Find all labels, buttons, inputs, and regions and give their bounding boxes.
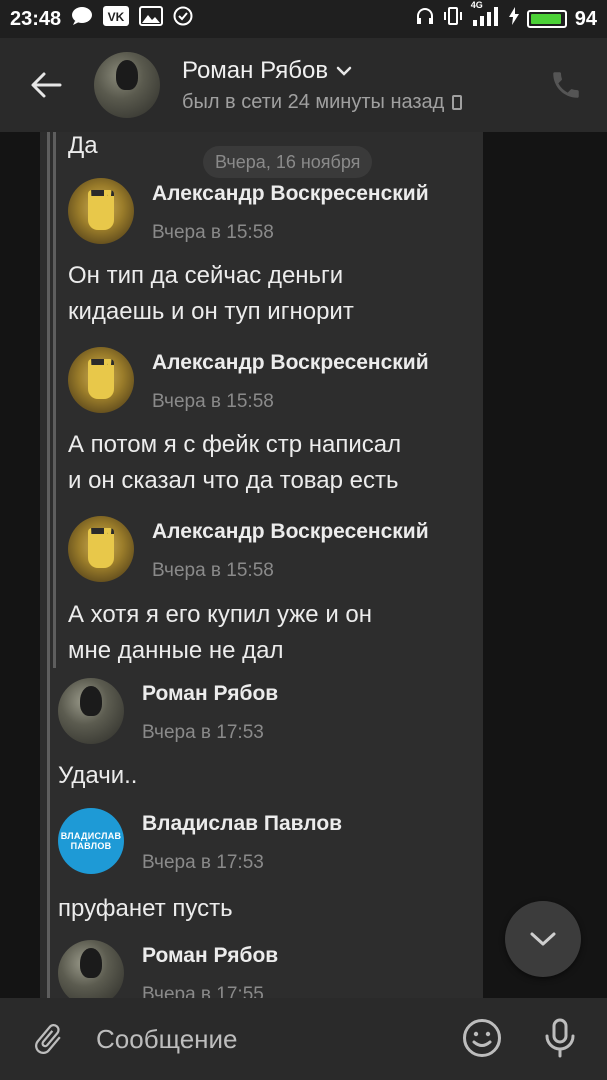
message-text: Он тип да сейчас деньги кидаешь и он туп… xyxy=(68,262,354,325)
forward-line-inner xyxy=(53,132,56,668)
scroll-down-button[interactable] xyxy=(505,901,581,977)
author-name[interactable]: Владислав Павлов xyxy=(142,812,342,836)
message-time: Вчера в 17:53 xyxy=(142,852,264,873)
back-arrow-icon xyxy=(31,72,62,98)
message-author[interactable]: Роман Рябов Вчера в 17:55 xyxy=(58,940,278,998)
check-circle-icon xyxy=(173,6,193,32)
vibrate-icon xyxy=(443,6,463,32)
author-avatar[interactable] xyxy=(68,516,134,582)
contact-avatar[interactable] xyxy=(94,52,160,118)
battery-icon xyxy=(526,10,567,28)
message-list[interactable]: Да Вчера, 16 ноября Александр Воскресенс… xyxy=(0,132,607,998)
contact-info[interactable]: Роман Рябов был в сети 24 минуты назад xyxy=(182,56,463,114)
signal-icon: 4G xyxy=(471,0,501,32)
contact-status: был в сети 24 минуты назад xyxy=(182,90,445,113)
chevron-down-icon xyxy=(336,66,352,76)
gallery-notification-icon xyxy=(139,6,164,32)
chat-header: Роман Рябов был в сети 24 минуты назад xyxy=(0,38,607,132)
emoji-icon xyxy=(463,1019,501,1057)
message-text: Удачи.. xyxy=(58,762,138,789)
call-icon xyxy=(553,72,579,98)
svg-text:VK: VK xyxy=(108,10,125,24)
back-button[interactable] xyxy=(20,59,72,111)
message-author[interactable]: Александр Воскресенский Вчера в 15:58 xyxy=(68,178,429,244)
message-text: пруфанет пусть xyxy=(58,895,233,922)
battery-percent: 94 xyxy=(574,7,597,30)
status-bar: 23:48 VK 4G 94 xyxy=(0,0,607,38)
author-name[interactable]: Александр Воскресенский xyxy=(152,520,429,544)
author-avatar[interactable] xyxy=(58,678,124,744)
vk-notification-icon: VK xyxy=(103,6,130,32)
chevron-down-icon xyxy=(530,932,556,946)
emoji-button[interactable] xyxy=(462,1018,502,1058)
voice-record-button[interactable] xyxy=(542,1018,578,1058)
author-name[interactable]: Александр Воскресенский xyxy=(152,182,429,206)
author-avatar[interactable] xyxy=(68,178,134,244)
message-time: Вчера в 17:55 xyxy=(142,984,264,998)
headphones-icon xyxy=(415,6,435,32)
message-text: Да xyxy=(68,132,98,159)
message-time: Вчера в 17:53 xyxy=(142,722,264,743)
mic-icon xyxy=(545,1018,575,1058)
contact-name: Роман Рябов xyxy=(182,56,329,84)
status-time: 23:48 xyxy=(10,7,62,30)
author-avatar[interactable]: ВЛАДИСЛАВ ПАВЛОВ xyxy=(58,808,124,874)
message-author[interactable]: ВЛАДИСЛАВ ПАВЛОВ Владислав Павлов Вчера … xyxy=(58,808,342,874)
attach-button[interactable] xyxy=(30,1021,66,1057)
avatar-logo-text: ВЛАДИСЛАВ ПАВЛОВ xyxy=(60,831,122,851)
date-separator: Вчера, 16 ноября xyxy=(203,146,373,178)
message-text: А хотя я его купил уже и он мне данные н… xyxy=(68,601,372,664)
message-author[interactable]: Александр Воскресенский Вчера в 15:58 xyxy=(68,516,429,582)
message-text: А потом я с фейк стр написал и он сказал… xyxy=(68,431,402,494)
message-author[interactable]: Роман Рябов Вчера в 17:53 xyxy=(58,678,278,744)
author-name[interactable]: Роман Рябов xyxy=(142,682,278,706)
message-notification-icon xyxy=(71,6,93,32)
author-name[interactable]: Роман Рябов xyxy=(142,944,278,968)
author-name[interactable]: Александр Воскресенский xyxy=(152,351,429,375)
forward-line-outer xyxy=(47,132,50,998)
author-avatar[interactable] xyxy=(58,940,124,998)
message-author[interactable]: Александр Воскресенский Вчера в 15:58 xyxy=(68,347,429,413)
message-time: Вчера в 15:58 xyxy=(152,560,274,581)
charging-icon xyxy=(508,7,519,31)
phone-icon xyxy=(452,94,463,110)
call-button[interactable] xyxy=(549,68,583,102)
message-time: Вчера в 15:58 xyxy=(152,222,274,243)
network-type: 4G xyxy=(470,0,483,10)
attach-icon xyxy=(35,1024,61,1055)
author-avatar[interactable] xyxy=(68,347,134,413)
message-input[interactable] xyxy=(96,1019,426,1059)
composer xyxy=(0,998,607,1080)
message-time: Вчера в 15:58 xyxy=(152,391,274,412)
